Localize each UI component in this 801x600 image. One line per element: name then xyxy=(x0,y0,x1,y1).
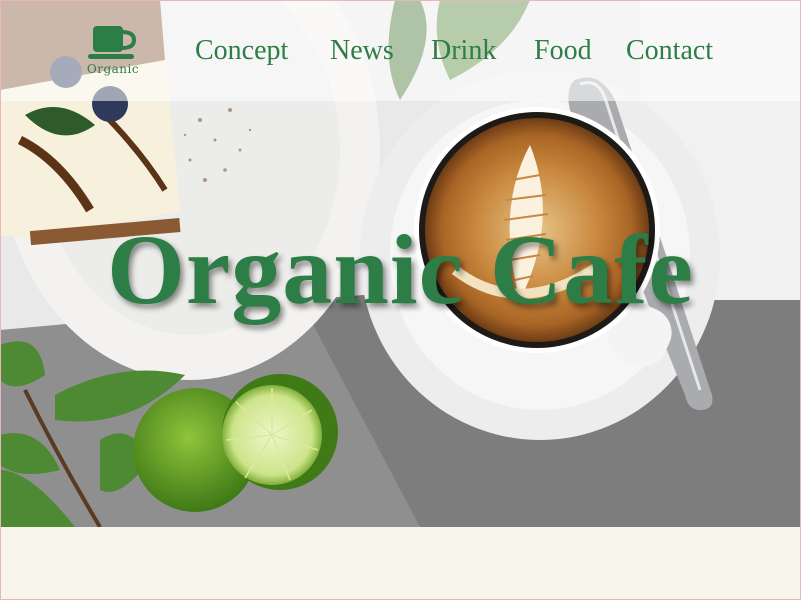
brand-logo[interactable]: Organic xyxy=(84,24,142,80)
nav-item-drink[interactable]: Drink xyxy=(431,33,496,69)
nav-item-news[interactable]: News xyxy=(330,33,394,69)
nav-item-food[interactable]: Food xyxy=(534,33,592,69)
brand-logo-text: Organic xyxy=(86,62,140,76)
site-header: Organic Concept News Drink Food Contact xyxy=(0,0,801,101)
nav-item-concept[interactable]: Concept xyxy=(195,33,288,69)
coffee-cup-icon xyxy=(88,26,137,59)
nav-item-contact[interactable]: Contact xyxy=(626,33,713,69)
hero-title: Organic Cafe xyxy=(107,214,694,325)
hero-section: Organic Concept News Drink Food Contact … xyxy=(0,0,801,527)
